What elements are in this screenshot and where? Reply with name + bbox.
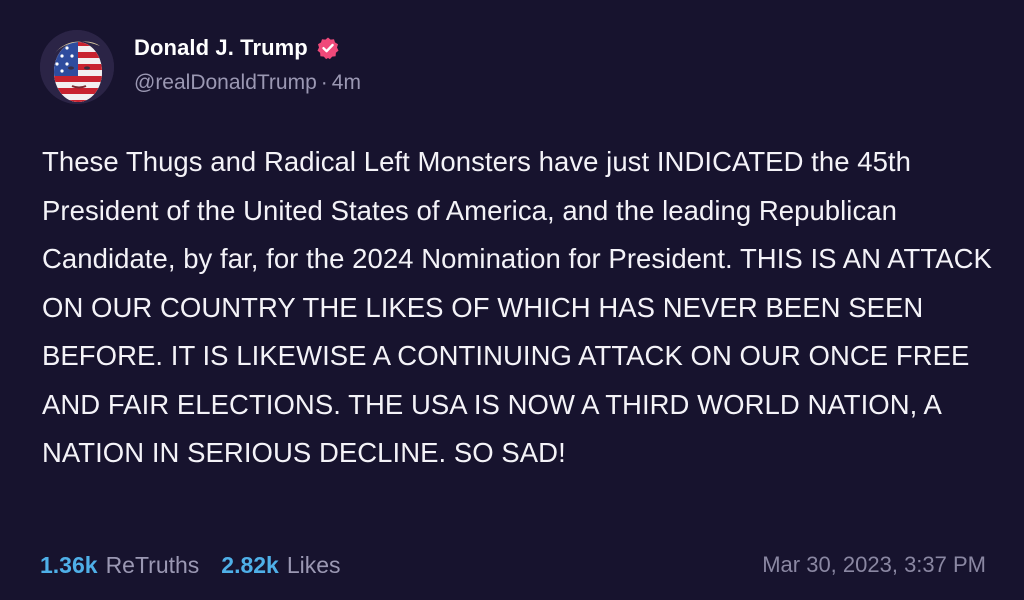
post-header: Donald J. Trump @realDonaldTrump · 4m <box>40 30 361 104</box>
meta-row: @realDonaldTrump · 4m <box>134 71 361 95</box>
author-info: Donald J. Trump @realDonaldTrump · 4m <box>134 35 361 95</box>
retruths-count: 1.36k <box>40 551 98 578</box>
verified-badge-icon <box>316 36 340 60</box>
post-footer: 1.36k ReTruths 2.82k Likes Mar 30, 2023,… <box>40 549 986 581</box>
name-row: Donald J. Trump <box>134 35 361 61</box>
avatar-flag-face-icon <box>40 30 114 104</box>
post-age[interactable]: 4m <box>332 71 361 94</box>
likes-label: Likes <box>286 551 341 578</box>
author-handle[interactable]: @realDonaldTrump <box>134 71 317 94</box>
likes-stat[interactable]: 2.82k Likes <box>221 552 340 579</box>
retruths-label: ReTruths <box>105 551 200 578</box>
post-timestamp[interactable]: Mar 30, 2023, 3:37 PM <box>762 552 986 578</box>
retruths-stat[interactable]: 1.36k ReTruths <box>40 552 199 579</box>
avatar[interactable] <box>40 30 114 104</box>
truth-post: Donald J. Trump @realDonaldTrump · 4m Thes… <box>0 0 1024 600</box>
author-display-name[interactable]: Donald J. Trump <box>134 35 308 61</box>
post-text: These Thugs and Radical Left Monsters ha… <box>42 146 992 468</box>
likes-count: 2.82k <box>221 551 279 578</box>
separator-dot: · <box>320 71 328 94</box>
